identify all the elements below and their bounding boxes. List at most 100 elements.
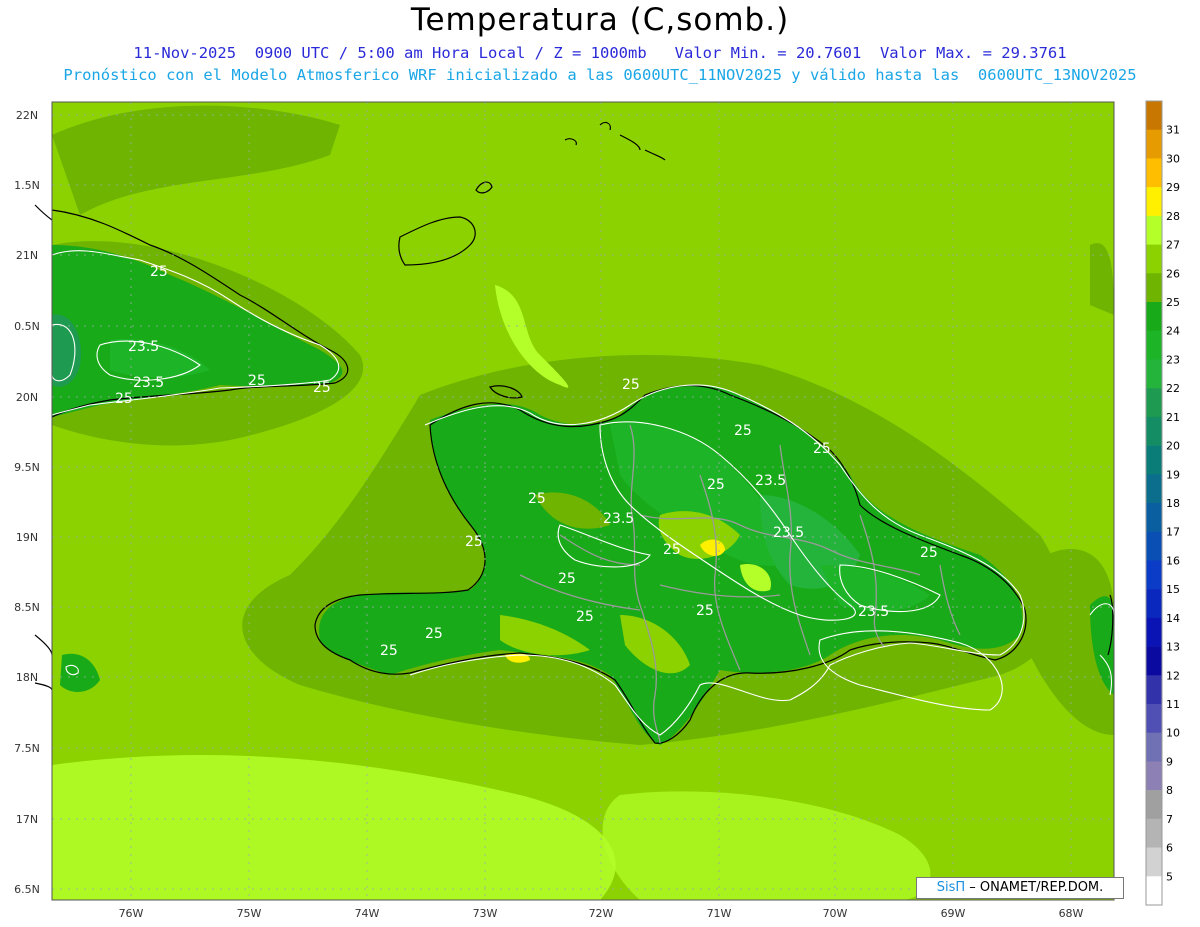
coast-fragment (34, 204, 53, 221)
colorbar-swatch (1146, 302, 1162, 332)
contour-label: 25 (425, 626, 443, 642)
colorbar-swatch (1146, 244, 1162, 274)
longitude-axis: 76W 75W 74W 73W 72W 71W 70W 69W 68W (119, 907, 1084, 920)
lon-tick: 74W (355, 907, 380, 920)
temperature-field (52, 102, 1114, 900)
colorbar-legend: 31 30 29 28 27 26 25 24 23 22 21 20 19 18 17 16 15 14 13 12… (1145, 100, 1180, 906)
colorbar-swatch (1146, 273, 1162, 303)
colorbar-tick: 6 (1166, 842, 1173, 855)
colorbar-tick: 13 (1166, 641, 1180, 654)
contour-label: 25 (707, 477, 725, 493)
contour-label: 25 (622, 377, 640, 393)
contour-label: 25 (313, 380, 331, 396)
lon-tick: 69W (941, 907, 966, 920)
colorbar-tick: 9 (1166, 755, 1173, 768)
contour-label: 25 (696, 603, 714, 619)
colorbar-swatch (1146, 215, 1162, 245)
lat-tick: 9.5N (14, 461, 40, 474)
colorbar-tick: 26 (1166, 267, 1180, 280)
colorbar-tick: 10 (1166, 727, 1180, 740)
contour-label: 25 (576, 609, 594, 625)
contour-label: 25 (734, 423, 752, 439)
colorbar-tick: 28 (1166, 210, 1180, 223)
lat-tick: 1.5N (14, 179, 40, 192)
contour-label: 23.5 (858, 604, 889, 620)
lon-tick: 68W (1059, 907, 1084, 920)
lon-tick: 76W (119, 907, 144, 920)
contour-label: 23.5 (128, 339, 159, 355)
colorbar-swatch (1146, 847, 1162, 877)
colorbar-tick: 24 (1166, 325, 1180, 338)
colorbar-swatch (1146, 589, 1162, 619)
contour-label: 23.5 (603, 511, 634, 527)
contour-label: 25 (248, 373, 266, 389)
colorbar-tick: 30 (1166, 152, 1180, 165)
colorbar-tick: 17 (1166, 526, 1180, 539)
colorbar-swatch (1146, 704, 1162, 734)
sispi-brand: SisΠ (936, 880, 966, 895)
lon-tick: 75W (237, 907, 262, 920)
colorbar-tick: 15 (1166, 583, 1180, 596)
colorbar-tick: 20 (1166, 440, 1180, 453)
colorbar-swatch (1146, 416, 1162, 446)
contour-label: 25 (150, 264, 168, 280)
colorbar-tick: 23 (1166, 353, 1180, 366)
contour-label: 25 (920, 545, 938, 561)
colorbar-tick: 21 (1166, 411, 1180, 424)
colorbar-tick: 31 (1166, 124, 1180, 137)
colorbar-swatch (1146, 617, 1162, 647)
lat-tick: 7.5N (14, 742, 40, 755)
colorbar-swatch (1146, 818, 1162, 848)
colorbar-swatch (1146, 761, 1162, 791)
colorbar-swatch (1146, 646, 1162, 676)
lat-tick: 22N (16, 109, 38, 122)
lon-tick: 73W (473, 907, 498, 920)
contour-label: 23.5 (755, 473, 786, 489)
colorbar-swatch (1146, 675, 1162, 705)
lat-tick: 19N (16, 531, 38, 544)
lat-tick: 6.5N (14, 883, 40, 896)
colorbar-swatch (1146, 531, 1162, 561)
contour-label: 23.5 (133, 375, 164, 391)
colorbar-tick: 12 (1166, 669, 1180, 682)
colorbar-tick: 7 (1166, 813, 1173, 826)
colorbar-swatch (1146, 790, 1162, 820)
subtitle-model-info: Pronóstico con el Modelo Atmosferico WRF… (63, 66, 1137, 84)
contour-label: 25 (465, 534, 483, 550)
colorbar-tick: 25 (1166, 296, 1180, 309)
colorbar-tick: 18 (1166, 497, 1180, 510)
lat-tick: 21N (16, 249, 38, 262)
lat-tick: 0.5N (14, 320, 40, 333)
lat-tick: 17N (16, 813, 38, 826)
colorbar-tick: 19 (1166, 468, 1180, 481)
contour-label: 25 (558, 571, 576, 587)
colorbar-swatch (1146, 101, 1162, 131)
colorbar-swatch (1146, 359, 1162, 389)
credit-box: SisΠ – ONAMET/REP.DOM. (916, 877, 1124, 899)
colorbar-swatch (1146, 388, 1162, 418)
colorbar-swatch (1146, 503, 1162, 533)
colorbar-tick: 5 (1166, 870, 1173, 883)
lon-tick: 70W (823, 907, 848, 920)
contour-label: 25 (115, 391, 133, 407)
colorbar-swatch (1146, 732, 1162, 762)
contour-label: 25 (663, 542, 681, 558)
latitude-axis: 22N 1.5N 21N 0.5N 20N 9.5N 19N 8.5N 18N … (14, 109, 40, 896)
map-title: Temperatura (C,somb.) (410, 2, 790, 38)
colorbar-swatch (1146, 158, 1162, 188)
colorbar-tick: 27 (1166, 239, 1180, 252)
subtitle-valid-time: 11-Nov-2025 0900 UTC / 5:00 am Hora Loca… (133, 44, 1067, 62)
contour-label: 25 (813, 441, 831, 457)
colorbar-tick: 11 (1166, 698, 1180, 711)
colorbar-swatch (1146, 187, 1162, 217)
colorbar-tick: 14 (1166, 612, 1180, 625)
lat-tick: 18N (16, 671, 38, 684)
contour-label: 25 (380, 643, 398, 659)
colorbar-swatch (1146, 876, 1162, 906)
colorbar-swatch (1146, 560, 1162, 590)
lon-tick: 72W (589, 907, 614, 920)
contour-label: 25 (528, 491, 546, 507)
colorbar-tick: 8 (1166, 784, 1173, 797)
colorbar-tick: 29 (1166, 181, 1180, 194)
credit-text: – ONAMET/REP.DOM. (969, 880, 1104, 895)
